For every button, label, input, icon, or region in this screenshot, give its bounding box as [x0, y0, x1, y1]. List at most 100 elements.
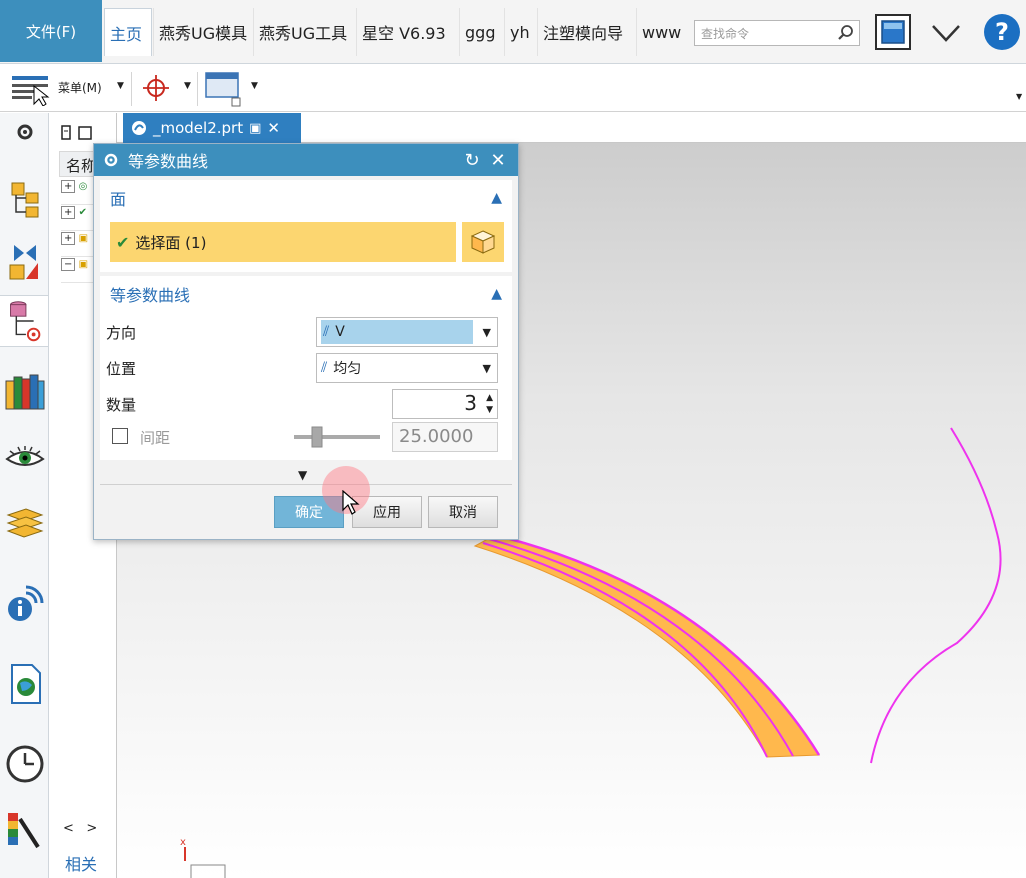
close-icon[interactable]: ✕ — [488, 150, 508, 171]
web-document-icon[interactable] — [4, 663, 46, 705]
isoparametric-section-header[interactable]: 等参数曲线 ▲ — [100, 276, 512, 312]
position-value: 均匀 — [333, 361, 362, 377]
section-title: 等参数曲线 — [110, 286, 191, 305]
history-node-icon: ◎ — [78, 181, 88, 192]
chevron-up-icon[interactable]: ▲ — [491, 190, 502, 206]
direction-selected-option: ⫽ V — [321, 320, 473, 344]
part-file-icon — [132, 121, 146, 135]
resource-bar — [0, 113, 49, 878]
assembly-navigator-icon[interactable] — [4, 179, 46, 221]
folder-node-icon: ▣ — [78, 259, 89, 270]
crosshair-icon[interactable] — [142, 74, 170, 102]
filter-dropdown-icon[interactable]: ▼ — [251, 81, 258, 91]
direction-select[interactable]: ⫽ V ▼ — [316, 317, 498, 347]
chevron-down-icon[interactable] — [928, 14, 964, 50]
reset-icon[interactable]: ↻ — [462, 150, 482, 171]
info-icon[interactable] — [4, 583, 46, 625]
surface-face[interactable] — [473, 534, 820, 758]
scroll-right-button[interactable]: > — [86, 821, 97, 836]
section-title: 面 — [110, 190, 127, 209]
tab-ggg[interactable]: ggg — [459, 8, 503, 56]
constraint-navigator-icon[interactable] — [4, 241, 46, 283]
ribbon: 文件(F) 主页 燕秀UG模具 燕秀UG工具 星空 V6.93 ggg yh 注… — [0, 0, 1026, 64]
position-select[interactable]: ⫽ 均匀 ▼ — [316, 353, 498, 383]
direction-value: V — [335, 324, 345, 340]
check-icon: ✔ — [116, 232, 130, 252]
spacing-checkbox[interactable] — [112, 428, 128, 444]
eye-icon[interactable] — [4, 437, 46, 479]
select-face-row[interactable]: ✔ 选择面 (1) — [110, 222, 456, 262]
gear-icon — [104, 153, 118, 167]
layer-stack-icon[interactable] — [4, 503, 46, 545]
system-materials-icon[interactable] — [4, 809, 46, 851]
toolbar-divider — [131, 72, 132, 106]
selection-filter-icon[interactable] — [204, 70, 244, 108]
tab-yanxiu-tools[interactable]: 燕秀UG工具 — [253, 8, 354, 56]
tab-yanxiu-mold[interactable]: 燕秀UG模具 — [153, 8, 251, 56]
tab-home[interactable]: 主页 — [104, 8, 152, 56]
direction-label: 方向 — [106, 324, 137, 342]
uniform-icon: ⫽ — [321, 360, 328, 376]
check-node-icon: ✔ — [78, 207, 87, 218]
document-tab-bar: _model2.prt ▣ ✕ — [117, 113, 1026, 143]
tab-xingkong[interactable]: 星空 V6.93 — [356, 8, 456, 56]
wcs-triad-icon: x — [180, 837, 226, 878]
close-icon[interactable]: ✕ — [267, 119, 280, 137]
position-label: 位置 — [106, 360, 137, 378]
document-modified-icon: ▣ — [249, 120, 262, 136]
tab-www[interactable]: www — [636, 8, 688, 56]
count-label: 数量 — [106, 396, 137, 414]
search-input[interactable]: 查找命令 — [694, 20, 860, 46]
help-icon[interactable]: ? — [984, 14, 1020, 50]
stepper-arrows-icon[interactable]: ▲ ▼ — [486, 392, 493, 416]
search-icon[interactable] — [837, 24, 855, 42]
menu-button[interactable]: 菜单(M) — [58, 79, 102, 96]
svg-text:x: x — [180, 837, 186, 848]
expand-icon[interactable]: + — [61, 206, 76, 219]
chevron-down-icon[interactable]: ▼ — [483, 326, 491, 339]
divider — [100, 484, 512, 485]
history-clock-icon[interactable] — [4, 743, 46, 785]
spacing-input[interactable]: 25.0000 — [392, 422, 498, 452]
menu-icon[interactable] — [10, 72, 52, 106]
panel-pin-icon[interactable] — [61, 123, 95, 143]
document-tab[interactable]: _model2.prt ▣ ✕ — [123, 113, 301, 143]
folder-node-icon: ▣ — [78, 233, 89, 244]
spacing-slider[interactable] — [292, 424, 382, 450]
snap-dropdown-icon[interactable]: ▼ — [184, 81, 191, 91]
tab-yh[interactable]: yh — [504, 8, 536, 56]
isoparametric-curve-dialog: 等参数曲线 ↻ ✕ 面 ▲ ✔ 选择面 (1) 等参数曲线 ▲ 方向 ⫽ V ▼… — [93, 143, 519, 540]
face-section-header[interactable]: 面 ▲ — [100, 180, 512, 216]
gear-icon[interactable] — [4, 117, 46, 147]
document-tab-label: _model2.prt — [153, 119, 244, 137]
scroll-left-button[interactable]: < — [63, 821, 74, 836]
expand-icon[interactable]: + — [61, 180, 76, 193]
count-stepper[interactable]: 3 ▲ ▼ — [392, 389, 498, 419]
chevron-up-icon[interactable]: ▲ — [491, 286, 502, 302]
search-placeholder: 查找命令 — [701, 27, 750, 41]
cube-icon — [470, 230, 496, 254]
cancel-button[interactable]: 取消 — [428, 496, 498, 528]
toolbar-overflow-icon[interactable]: ▼ — [1016, 92, 1022, 101]
window-mode-icon[interactable] — [873, 12, 913, 52]
part-navigator-icon[interactable] — [0, 295, 48, 347]
collapse-icon[interactable]: − — [61, 258, 76, 271]
more-options-icon[interactable]: ▼ — [298, 468, 307, 482]
tab-mold-wizard[interactable]: 注塑模向导 — [537, 8, 634, 56]
face-selector-button[interactable] — [462, 222, 504, 262]
reuse-library-icon[interactable] — [4, 371, 46, 413]
dialog-title-bar[interactable]: 等参数曲线 — [94, 144, 518, 176]
spacing-label: 间距 — [140, 429, 171, 447]
file-menu-tab[interactable]: 文件(F) — [0, 0, 102, 62]
menu-dropdown-icon[interactable]: ▼ — [117, 81, 124, 91]
spline-curve[interactable] — [870, 427, 1002, 764]
face-section: 面 ▲ ✔ 选择面 (1) — [100, 180, 512, 272]
direction-v-icon: ⫽ — [323, 324, 330, 340]
chevron-down-icon[interactable]: ▼ — [483, 362, 491, 375]
toolbar-divider — [197, 72, 198, 106]
dependencies-tab[interactable]: 相关 — [59, 845, 115, 878]
scroll-controls: < > — [63, 821, 97, 836]
mouse-cursor-icon — [342, 490, 360, 515]
expand-icon[interactable]: + — [61, 232, 76, 245]
dialog-title: 等参数曲线 — [128, 152, 209, 171]
